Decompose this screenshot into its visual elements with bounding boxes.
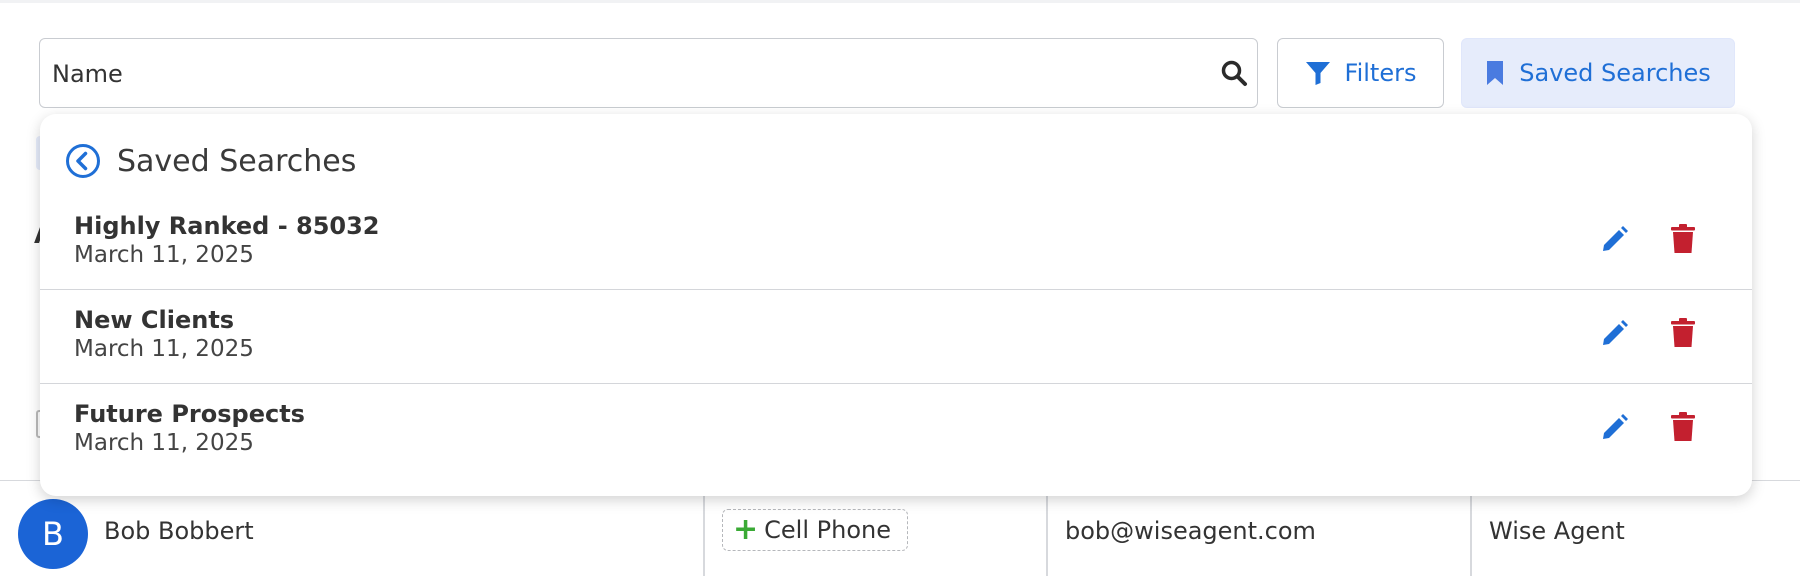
top-border: [0, 0, 1800, 3]
pencil-icon[interactable]: [1600, 318, 1630, 348]
dropdown-title: Saved Searches: [117, 143, 357, 179]
add-cell-phone-chip[interactable]: + Cell Phone: [722, 509, 908, 551]
saved-search-name: Highly Ranked - 85032: [74, 212, 380, 240]
contact-email[interactable]: bob@wiseagent.com: [1065, 517, 1316, 545]
saved-search-name: Future Prospects: [74, 400, 305, 428]
avatar-initial: B: [42, 515, 64, 553]
search-box[interactable]: [39, 38, 1258, 108]
trash-icon[interactable]: [1670, 223, 1696, 255]
saved-search-name: New Clients: [74, 306, 235, 334]
search-icon[interactable]: [1220, 59, 1248, 87]
chevron-left-circle-icon[interactable]: [65, 143, 101, 179]
saved-search-item[interactable]: Highly Ranked - 85032 March 11, 2025: [40, 196, 1752, 290]
bookmark-icon: [1487, 61, 1504, 85]
saved-search-date: March 11, 2025: [74, 336, 254, 362]
filter-icon: [1305, 62, 1330, 85]
contact-source: Wise Agent: [1489, 517, 1625, 545]
saved-searches-label: Saved Searches: [1519, 59, 1711, 87]
contact-name[interactable]: Bob Bobbert: [104, 517, 254, 545]
saved-search-item[interactable]: New Clients March 11, 2025: [40, 290, 1752, 384]
pencil-icon[interactable]: [1600, 224, 1630, 254]
plus-icon: +: [733, 512, 759, 547]
saved-search-date: March 11, 2025: [74, 242, 254, 268]
trash-icon[interactable]: [1670, 411, 1696, 443]
saved-searches-dropdown: Saved Searches Highly Ranked - 85032 Mar…: [40, 114, 1752, 496]
trash-icon[interactable]: [1670, 317, 1696, 349]
search-input[interactable]: [50, 39, 1194, 108]
pencil-icon[interactable]: [1600, 412, 1630, 442]
saved-search-date: March 11, 2025: [74, 430, 254, 456]
avatar[interactable]: B: [18, 499, 88, 569]
saved-searches-button[interactable]: Saved Searches: [1461, 38, 1735, 108]
saved-search-item[interactable]: Future Prospects March 11, 2025: [40, 384, 1752, 478]
filters-label: Filters: [1344, 59, 1417, 87]
filters-button[interactable]: Filters: [1277, 38, 1444, 108]
dropdown-header: Saved Searches: [65, 138, 356, 184]
phone-chip-label: Cell Phone: [764, 516, 891, 544]
